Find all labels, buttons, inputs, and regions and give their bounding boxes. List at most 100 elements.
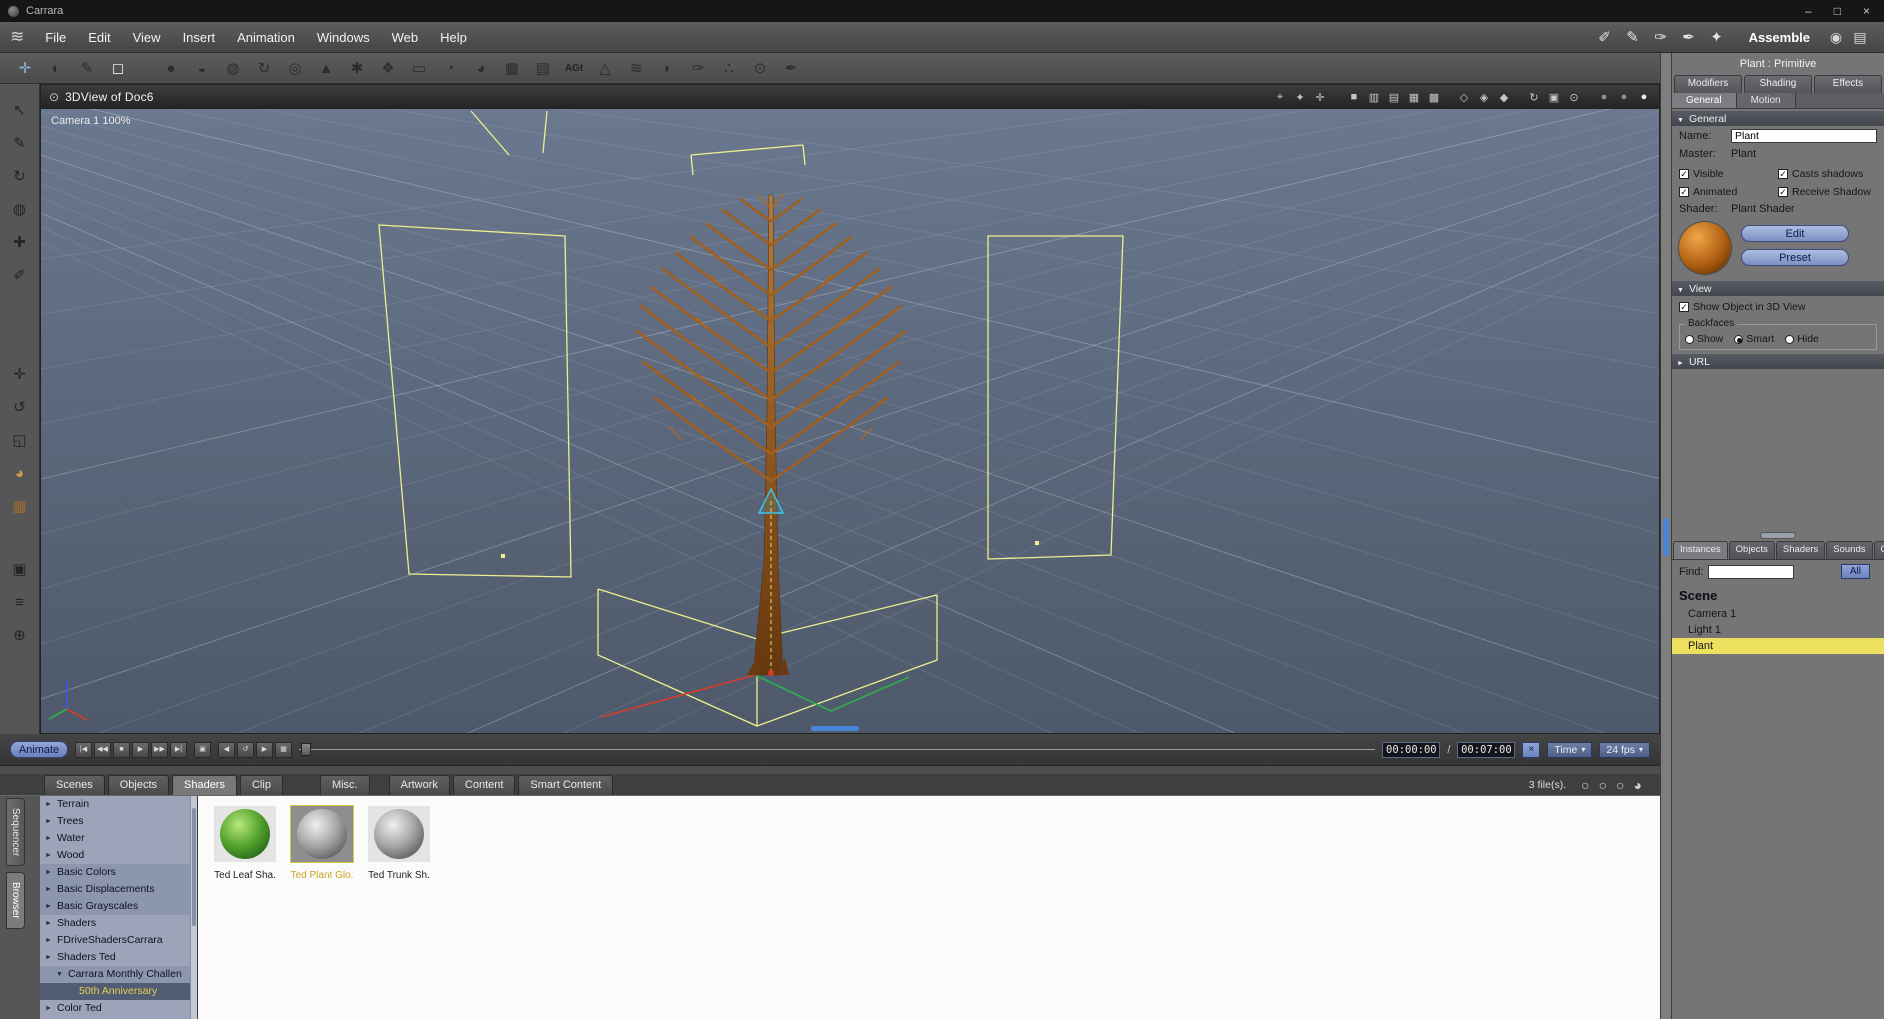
shader-preview-sphere[interactable] — [1679, 222, 1731, 274]
grid-plane-icon[interactable]: ▤ — [530, 56, 556, 80]
track-icon[interactable]: ✦ — [1293, 91, 1307, 104]
thumbnail-ted-plant-glow[interactable]: Ted Plant Glo. — [289, 805, 355, 1019]
room-storyboard-icon[interactable]: ✑ — [1649, 28, 1673, 46]
tab-objects[interactable]: Objects — [1728, 541, 1775, 559]
translate-tool-icon[interactable]: ✛ — [8, 362, 32, 386]
tree-scrollbar[interactable] — [190, 796, 197, 1019]
expand-triangle-icon[interactable] — [45, 830, 54, 847]
room-texture-icon[interactable]: ✒ — [1677, 28, 1701, 46]
tree-item-basic-colors[interactable]: Basic Colors — [40, 864, 197, 881]
loop-button[interactable]: ↺ — [237, 741, 254, 758]
tab-sounds[interactable]: Sounds — [1826, 541, 1873, 559]
magnet-tool-icon[interactable]: ◐ — [43, 56, 69, 80]
tab-scenes[interactable]: Scenes — [44, 775, 105, 795]
thumbnail-ted-trunk-shader[interactable]: Ted Trunk Sh. — [366, 806, 432, 1019]
expand-triangle-icon[interactable] — [45, 1000, 54, 1017]
menu-animation[interactable]: Animation — [226, 27, 306, 48]
next-key-button[interactable]: ▶ — [256, 741, 273, 758]
expand-triangle-icon[interactable] — [45, 813, 54, 830]
expand-triangle-icon[interactable] — [56, 966, 65, 983]
cone-icon[interactable]: ▲ — [313, 56, 339, 80]
needle-icon[interactable]: ✑ — [685, 56, 711, 80]
receive-shadow-checkbox[interactable]: Receive Shadow — [1778, 186, 1877, 198]
shader-ball-icon[interactable]: ◕ — [8, 461, 32, 485]
tab-clips[interactable]: Cl — [1873, 541, 1884, 559]
tree-item-fdriveshaderscarrara[interactable]: FDriveShadersCarrara — [40, 932, 197, 949]
wireframe-shield-icon[interactable]: ◇ — [1457, 91, 1471, 104]
rotate-view-tool-icon[interactable]: ↻ — [8, 164, 32, 188]
tree-item-trees[interactable]: Trees — [40, 813, 197, 830]
edit-points-tool-icon[interactable]: ✎ — [8, 131, 32, 155]
fps-dropdown[interactable]: 24 fps ▾ — [1599, 741, 1650, 758]
axes-icon[interactable]: ✛ — [1313, 91, 1327, 104]
text-tool-icon[interactable]: AGt — [561, 56, 587, 80]
metaball-icon[interactable]: ◔ — [437, 56, 463, 80]
edit-button[interactable]: Edit — [1741, 225, 1849, 242]
tree-item-shaders[interactable]: Shaders — [40, 915, 197, 932]
flat-shield-icon[interactable]: ◈ — [1477, 91, 1491, 104]
thumbnail-ted-leaf-shader[interactable]: Ted Leaf Sha. — [212, 806, 278, 1019]
quality-sphere-high-icon[interactable]: ● — [1637, 91, 1651, 103]
tree-item-50th-anniversary[interactable]: 50th Anniversary — [40, 983, 197, 1000]
preset-button[interactable]: Preset — [1741, 249, 1849, 266]
jump-start-button[interactable]: |◀ — [75, 741, 92, 758]
spline-object-icon[interactable]: ↻ — [251, 56, 277, 80]
sphere-primitive-icon[interactable]: ● — [158, 56, 184, 80]
wrench-tool-icon[interactable]: ✛ — [12, 56, 38, 80]
room-assemble-icon[interactable]: ✐ — [1593, 28, 1617, 46]
replicator-icon[interactable]: ❖ — [375, 56, 401, 80]
key-icon[interactable]: ✒ — [778, 56, 804, 80]
maximize-button[interactable]: □ — [1834, 5, 1841, 17]
tree-item-wood[interactable]: Wood — [40, 847, 197, 864]
filter-all-dropdown[interactable]: All — [1840, 564, 1870, 579]
visible-checkbox[interactable]: Visible — [1679, 168, 1778, 180]
pane-quad-icon[interactable]: ▦ — [1407, 91, 1421, 104]
tab-instances[interactable]: Instances — [1673, 541, 1728, 559]
animated-checkbox[interactable]: Animated — [1679, 186, 1778, 198]
expand-triangle-icon[interactable] — [45, 932, 54, 949]
room-render-icon[interactable]: ✦ — [1705, 28, 1729, 46]
previous-frame-button[interactable]: ◀◀ — [94, 741, 111, 758]
side-tab-sequencer[interactable]: Sequencer — [6, 798, 25, 867]
plane-icon[interactable]: ▭ — [406, 56, 432, 80]
eye-primitive-icon[interactable]: ⊙ — [747, 56, 773, 80]
ocean-icon[interactable]: ≋ — [623, 56, 649, 80]
tab-artwork[interactable]: Artwork — [388, 775, 450, 795]
tab-shading[interactable]: Shading — [1744, 75, 1812, 93]
zoom-tool-icon[interactable]: ⊕ — [8, 623, 32, 647]
find-input[interactable] — [1708, 564, 1795, 579]
eyedropper-tool-icon[interactable]: ✐ — [8, 263, 32, 287]
animate-button[interactable]: Animate — [10, 741, 68, 758]
vertex-handle-left[interactable] — [501, 554, 505, 558]
tab-browser-shaders[interactable]: Shaders — [172, 775, 237, 795]
scene-item-light-1[interactable]: Light 1 — [1672, 622, 1884, 638]
drop-icon[interactable]: ◕ — [468, 56, 494, 80]
star-burst-icon[interactable]: ✱ — [344, 56, 370, 80]
eye-icon[interactable]: ◉ — [1826, 29, 1846, 46]
next-frame-button[interactable]: ▶▶ — [151, 741, 168, 758]
menu-windows[interactable]: Windows — [306, 27, 381, 48]
expand-triangle-icon[interactable] — [45, 847, 54, 864]
viewport-menu-icon[interactable]: ⊙ — [49, 90, 59, 104]
expand-triangle-icon[interactable] — [45, 898, 54, 915]
pane-split-v-icon[interactable]: ▥ — [1367, 91, 1381, 104]
select-tool-icon[interactable]: ↖ — [8, 98, 32, 122]
pane-single-icon[interactable]: ■ — [1347, 91, 1361, 103]
expand-triangle-icon[interactable] — [45, 796, 54, 813]
backfaces-show-radio[interactable]: Show — [1685, 333, 1723, 345]
view-section-header[interactable]: View — [1672, 281, 1884, 296]
vertex-object-icon[interactable]: ◒ — [189, 56, 215, 80]
quality-sphere-low-icon[interactable]: ● — [1597, 91, 1611, 103]
tree-item-basic-displacements[interactable]: Basic Displacements — [40, 881, 197, 898]
menu-view[interactable]: View — [122, 27, 172, 48]
rotate-widget-icon[interactable]: ↻ — [1527, 91, 1541, 104]
side-tab-browser[interactable]: Browser — [6, 872, 25, 930]
tab-shaders[interactable]: Shaders — [1775, 541, 1826, 559]
end-time[interactable]: 00:07:00 — [1457, 741, 1516, 758]
scrubber-handle[interactable] — [301, 742, 311, 756]
subtab-general[interactable]: General — [1672, 93, 1737, 108]
close-button[interactable]: × — [1863, 5, 1870, 17]
name-input[interactable] — [1731, 129, 1877, 143]
particles-icon[interactable]: ∴ — [716, 56, 742, 80]
expand-triangle-icon[interactable] — [45, 915, 54, 932]
